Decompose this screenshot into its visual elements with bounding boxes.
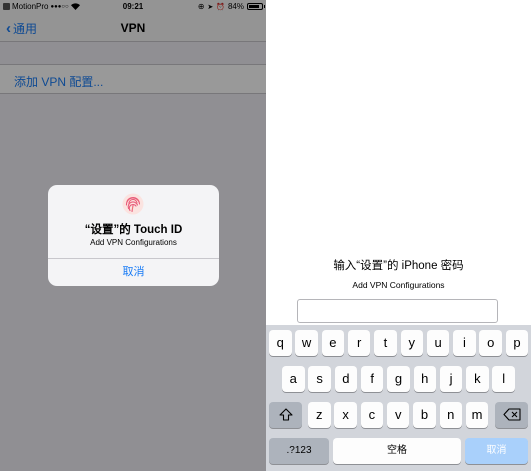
key-w[interactable]: w (295, 330, 318, 356)
keyboard: .?123 空格 取消 qwertyuiop asdfghjkl zxcvbnm (266, 325, 531, 471)
key-p[interactable]: p (505, 330, 529, 356)
key-i[interactable]: i (453, 330, 476, 356)
key-l[interactable]: l (492, 366, 515, 392)
key-n[interactable]: n (439, 402, 463, 428)
keyboard-cancel-key[interactable]: 取消 (465, 438, 528, 464)
key-v[interactable]: v (386, 402, 410, 428)
key-q[interactable]: q (269, 330, 292, 356)
key-r[interactable]: r (347, 330, 371, 356)
key-h[interactable]: h (413, 366, 437, 392)
key-b[interactable]: b (413, 402, 436, 428)
screenshot-root: MotionPro ●●●○○ 09:21 ⊕ ➤ ⏰ 84% ‹ 通用 VPN… (0, 0, 531, 471)
key-m[interactable]: m (465, 402, 489, 428)
fingerprint-icon (122, 193, 144, 215)
shift-key[interactable] (269, 402, 302, 428)
key-u[interactable]: u (426, 330, 450, 356)
key-z[interactable]: z (308, 402, 331, 428)
key-x[interactable]: x (334, 402, 357, 428)
key-f[interactable]: f (360, 366, 384, 392)
vpn-settings-screen: MotionPro ●●●○○ 09:21 ⊕ ➤ ⏰ 84% ‹ 通用 VPN… (0, 0, 266, 471)
password-prompt-title: 输入“设置”的 iPhone 密码 (333, 260, 464, 272)
space-key[interactable]: 空格 (333, 438, 461, 464)
key-j[interactable]: j (439, 366, 463, 392)
password-input[interactable] (297, 299, 498, 323)
touch-id-alert: “设置”的 Touch ID Add VPN Configurations 取消 (48, 185, 219, 286)
alert-message: Add VPN Configurations (90, 238, 177, 247)
backspace-icon (502, 408, 521, 421)
password-prompt-message: Add VPN Configurations (352, 280, 445, 290)
password-prompt-screen: 输入“设置”的 iPhone 密码 Add VPN Configurations… (266, 0, 531, 471)
shift-icon (278, 408, 293, 421)
key-t[interactable]: t (374, 330, 397, 356)
key-s[interactable]: s (308, 366, 331, 392)
key-e[interactable]: e (321, 330, 345, 356)
key-d[interactable]: d (334, 366, 358, 392)
delete-key[interactable] (495, 402, 528, 428)
key-k[interactable]: k (466, 366, 489, 392)
key-c[interactable]: c (360, 402, 384, 428)
key-y[interactable]: y (400, 330, 424, 356)
numbers-key[interactable]: .?123 (269, 438, 329, 464)
key-g[interactable]: g (387, 366, 410, 392)
alert-cancel-button[interactable]: 取消 (48, 259, 219, 286)
key-a[interactable]: a (282, 366, 305, 392)
alert-title: “设置”的 Touch ID (84, 224, 183, 236)
key-o[interactable]: o (479, 330, 502, 356)
